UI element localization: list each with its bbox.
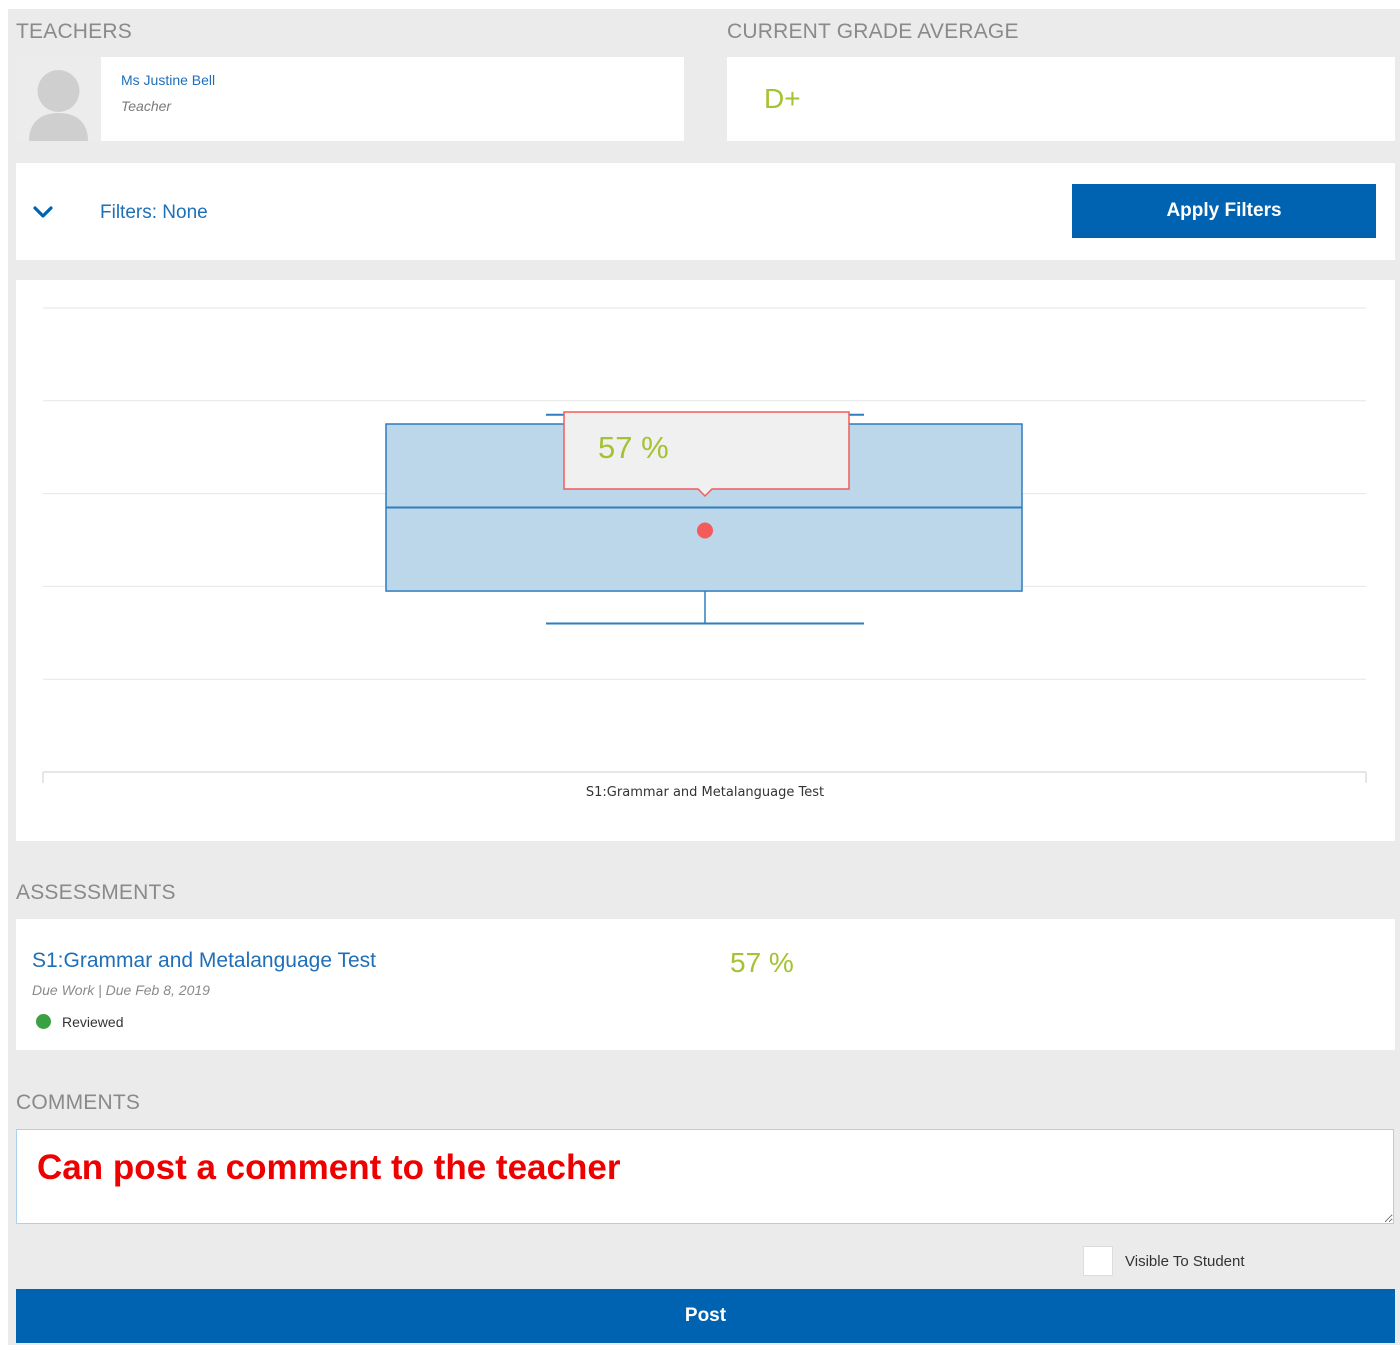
chart-card: 57 % S1:Grammar and Metalanguage Test [16, 280, 1395, 841]
tooltip-value-label: 57 % [598, 430, 669, 465]
assessment-card: S1:Grammar and Metalanguage Test Due Wor… [16, 919, 1395, 1050]
assessment-meta: Due Work | Due Feb 8, 2019 [32, 982, 210, 998]
default-avatar-icon [29, 70, 88, 141]
assessment-title-link[interactable]: S1:Grammar and Metalanguage Test [32, 949, 376, 973]
chevron-down-icon[interactable] [30, 200, 56, 226]
filters-toggle[interactable]: Filters: None [100, 202, 208, 224]
grade-average-section-title: CURRENT GRADE AVERAGE [727, 20, 1019, 43]
teacher-card: Ms Justine Bell Teacher [16, 57, 684, 141]
assessment-status: Reviewed [62, 1014, 124, 1030]
data-point-marker[interactable] [697, 522, 713, 539]
assessment-score: 57 % [730, 947, 794, 978]
visible-to-student-label: Visible To Student [1125, 1253, 1245, 1270]
comment-input[interactable]: Can post a comment to the teacher [16, 1129, 1394, 1224]
boxplot-chart: 57 % S1:Grammar and Metalanguage Test [42, 307, 1367, 800]
filters-bar: Filters: None Apply Filters [16, 163, 1395, 260]
teacher-name-link[interactable]: Ms Justine Bell [121, 72, 215, 88]
comments-section-title: COMMENTS [16, 1091, 141, 1114]
post-button[interactable]: Post [16, 1289, 1395, 1343]
teachers-section-title: TEACHERS [16, 20, 132, 43]
grade-average-card: D+ [727, 57, 1395, 141]
assessments-section-title: ASSESSMENTS [16, 881, 176, 904]
visible-to-student-checkbox[interactable] [1083, 1246, 1113, 1276]
grade-average-value: D+ [764, 83, 801, 114]
teacher-role: Teacher [121, 98, 172, 114]
chart-tooltip: 57 % [563, 411, 850, 498]
avatar [16, 57, 101, 141]
x-axis-category-label: S1:Grammar and Metalanguage Test [586, 785, 824, 800]
apply-filters-button[interactable]: Apply Filters [1072, 184, 1376, 238]
status-dot-icon [36, 1014, 51, 1029]
